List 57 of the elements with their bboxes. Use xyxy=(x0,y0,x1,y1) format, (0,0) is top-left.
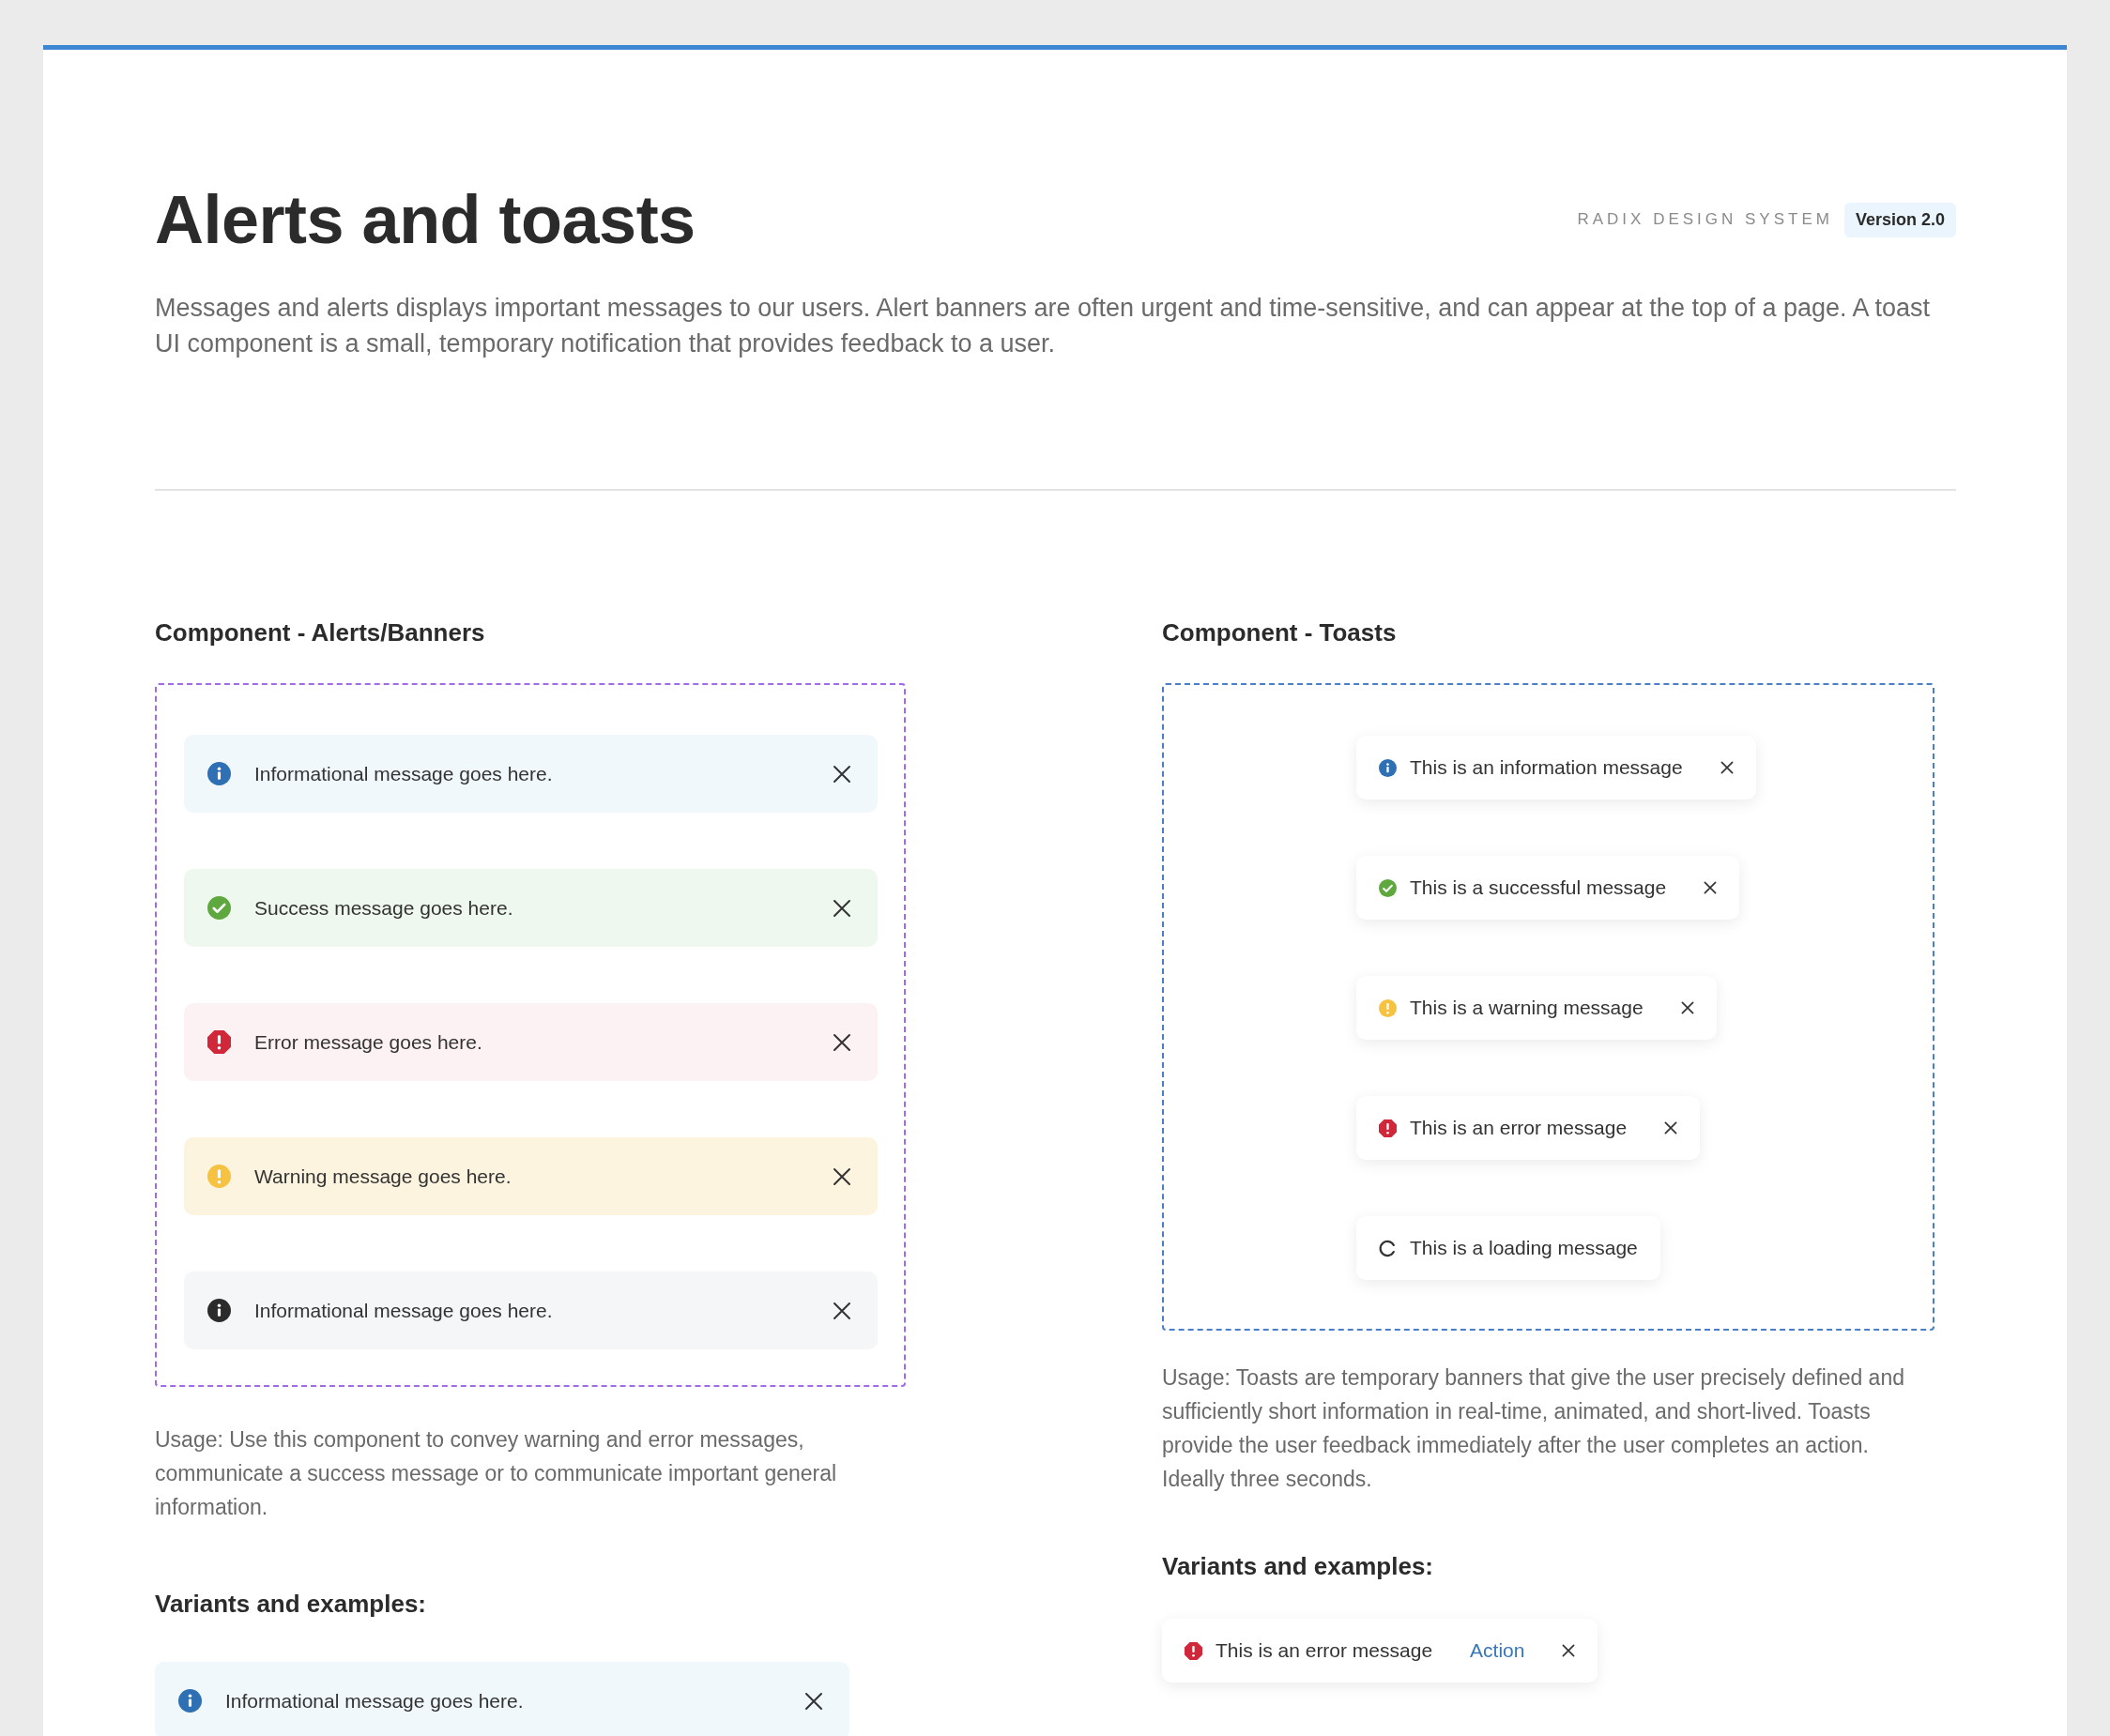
alert-message: Warning message goes here. xyxy=(254,1165,512,1188)
usage-text: Usage: Toasts are temporary banners that give the user precisely defined and sufficiently short information in real-time, animated, and short-lived. Toasts provide the user feedback immediately after the user completes an action. Ideally three seconds. xyxy=(1162,1364,1905,1493)
toast-message: This is an error message xyxy=(1410,1117,1628,1139)
close-icon xyxy=(1562,1644,1576,1657)
close-button[interactable] xyxy=(833,1301,851,1320)
close-button[interactable] xyxy=(1562,1644,1576,1657)
close-button[interactable] xyxy=(833,1166,851,1186)
section-heading: Component - Toasts xyxy=(1162,618,1398,647)
toast-message: This is a successful message xyxy=(1410,876,1667,899)
close-button[interactable] xyxy=(833,1032,851,1052)
close-icon xyxy=(1704,881,1718,894)
close-icon xyxy=(1720,761,1734,774)
close-icon xyxy=(1680,1001,1694,1014)
usage-text: Usage: Use this component to convey warning and error messages, communicate a success message or to communicate important general information. xyxy=(155,1426,838,1521)
version-badge: Version 2.0 xyxy=(1843,202,1956,237)
error-octagon-icon xyxy=(1185,1641,1202,1660)
close-button[interactable] xyxy=(804,1691,823,1711)
close-icon xyxy=(1664,1121,1678,1134)
close-icon xyxy=(833,1301,851,1320)
close-button[interactable] xyxy=(1664,1121,1678,1134)
toast-message: This is a loading message xyxy=(1410,1237,1638,1259)
error-octagon-icon xyxy=(1379,1119,1397,1137)
variants-heading: Variants and examples: xyxy=(1162,1552,1435,1581)
action-link[interactable]: Action xyxy=(1470,1639,1525,1662)
close-button[interactable] xyxy=(1704,881,1718,894)
alert-message: Error message goes here. xyxy=(254,1030,483,1054)
close-button[interactable] xyxy=(833,898,851,918)
close-icon xyxy=(833,898,851,918)
info-icon xyxy=(178,1689,202,1713)
close-icon xyxy=(833,1032,851,1052)
close-icon xyxy=(833,764,851,784)
alert-message: Success message goes here. xyxy=(254,896,514,920)
close-button[interactable] xyxy=(1720,761,1734,774)
page-title: Alerts and toasts xyxy=(155,181,696,258)
warning-icon xyxy=(207,1165,231,1188)
section-heading: Component - Alerts/Banners xyxy=(155,618,486,647)
info-icon xyxy=(1379,758,1397,777)
check-circle-icon xyxy=(207,896,231,920)
close-icon xyxy=(804,1691,823,1711)
close-button[interactable] xyxy=(833,764,851,784)
error-octagon-icon xyxy=(207,1030,231,1054)
toast-message: This is a warning message xyxy=(1410,997,1644,1019)
alert-message: Informational message goes here. xyxy=(254,762,554,785)
close-button[interactable] xyxy=(1680,1001,1694,1014)
alert-message: Informational message goes here. xyxy=(254,1299,554,1322)
spinner-icon xyxy=(1379,1239,1397,1257)
check-circle-icon xyxy=(1379,878,1397,897)
toast-message: This is an information message xyxy=(1410,756,1683,779)
page-description: Messages and alerts displays important messages to our users. Alert banners are often urgent and time-sensitive, and can appear at the top of a page. A toast UI component is a small, temporary notification that provides feedback to a user. xyxy=(155,293,1932,359)
toast-message: This is an error message xyxy=(1216,1639,1433,1662)
close-icon xyxy=(833,1166,851,1186)
warning-icon xyxy=(1379,998,1397,1017)
info-icon xyxy=(207,1299,231,1322)
info-icon xyxy=(207,762,231,785)
brand-label: RADIX DESIGN SYSTEM xyxy=(1577,210,1833,229)
variants-heading: Variants and examples: xyxy=(155,1590,428,1619)
alert-message: Informational message goes here. xyxy=(225,1689,525,1713)
